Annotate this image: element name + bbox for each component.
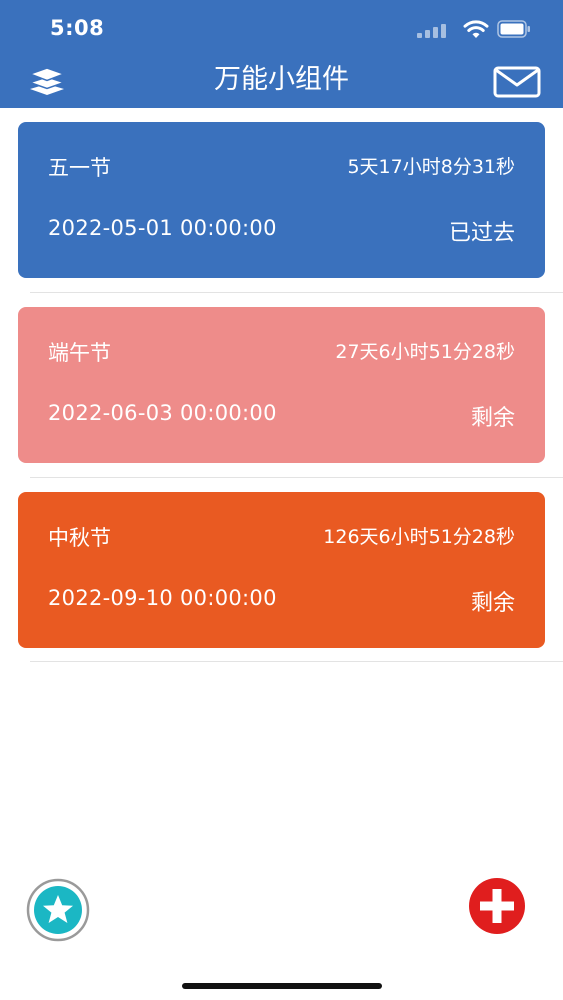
star-icon[interactable] [26, 878, 90, 942]
status-icons [417, 18, 537, 42]
event-countdown: 5天17小时8分31秒 [347, 156, 515, 178]
event-name: 中秋节 [48, 526, 111, 550]
page-title: 万能小组件 [214, 64, 349, 95]
status-time: 5:08 [50, 16, 105, 40]
divider [30, 661, 563, 662]
event-card-3[interactable]: 中秋节 126天6小时51分28秒 2022-09-10 00:00:00 剩余 [18, 492, 545, 648]
event-name: 端午节 [48, 341, 111, 365]
event-status: 已过去 [448, 221, 515, 246]
divider [30, 292, 563, 293]
battery-icon [497, 20, 530, 38]
plus-icon[interactable] [468, 877, 526, 935]
event-countdown: 27天6小时51分28秒 [335, 341, 515, 363]
divider [30, 477, 563, 478]
cellular-signal-icon [417, 24, 453, 38]
event-countdown: 126天6小时51分28秒 [323, 526, 515, 548]
event-date: 2022-06-03 00:00:00 [48, 401, 277, 425]
event-card-1[interactable]: 五一节 5天17小时8分31秒 2022-05-01 00:00:00 已过去 [18, 122, 545, 278]
event-status: 剩余 [470, 406, 515, 431]
mail-icon[interactable] [493, 66, 541, 98]
event-name: 五一节 [48, 156, 111, 180]
event-status: 剩余 [470, 591, 515, 616]
event-card-2[interactable]: 端午节 27天6小时51分28秒 2022-06-03 00:00:00 剩余 [18, 307, 545, 463]
top-bar: 5:08 万能小组件 [0, 0, 563, 108]
event-date: 2022-05-01 00:00:00 [48, 216, 277, 240]
home-indicator [182, 983, 382, 989]
event-date: 2022-09-10 00:00:00 [48, 586, 277, 610]
app-screen: 5:08 万能小组件 五一节 5天17小时8分31秒 2022-05-01 00… [0, 0, 563, 1000]
wifi-icon [463, 20, 489, 38]
